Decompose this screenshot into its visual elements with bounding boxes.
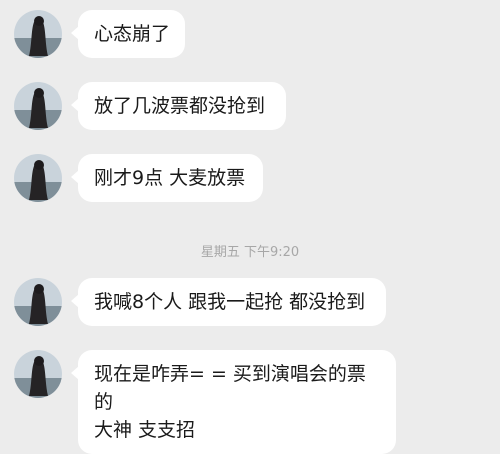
profile-photo-icon <box>14 82 62 130</box>
chat-thread: 心态崩了 放了几波票都没抢到 刚才9点 大麦放票 星期五 下午9:20 我喊8个… <box>0 0 500 454</box>
profile-photo-icon <box>14 350 62 398</box>
message-bubble[interactable]: 刚才9点 大麦放票 <box>71 154 263 202</box>
contact-avatar[interactable] <box>14 278 62 326</box>
contact-avatar[interactable] <box>14 350 62 398</box>
contact-avatar[interactable] <box>14 10 62 58</box>
message-bubble[interactable]: 放了几波票都没抢到 <box>71 82 286 130</box>
message-bubble[interactable]: 我喊8个人 跟我一起抢 都没抢到 <box>71 278 386 326</box>
message-line: 现在是咋弄= = 买到演唱会的票的 <box>94 363 366 413</box>
contact-avatar[interactable] <box>14 82 62 130</box>
profile-photo-icon <box>14 154 62 202</box>
message-bubble[interactable]: 现在是咋弄= = 买到演唱会的票的 大神 支支招 <box>71 350 396 454</box>
contact-avatar[interactable] <box>14 154 62 202</box>
profile-photo-icon <box>14 278 62 326</box>
message-bubble[interactable]: 心态崩了 <box>71 10 185 58</box>
timestamp-label: 星期五 下午9:20 <box>200 245 300 260</box>
profile-photo-icon <box>14 10 62 58</box>
message-line: 大神 支支招 <box>94 419 196 441</box>
